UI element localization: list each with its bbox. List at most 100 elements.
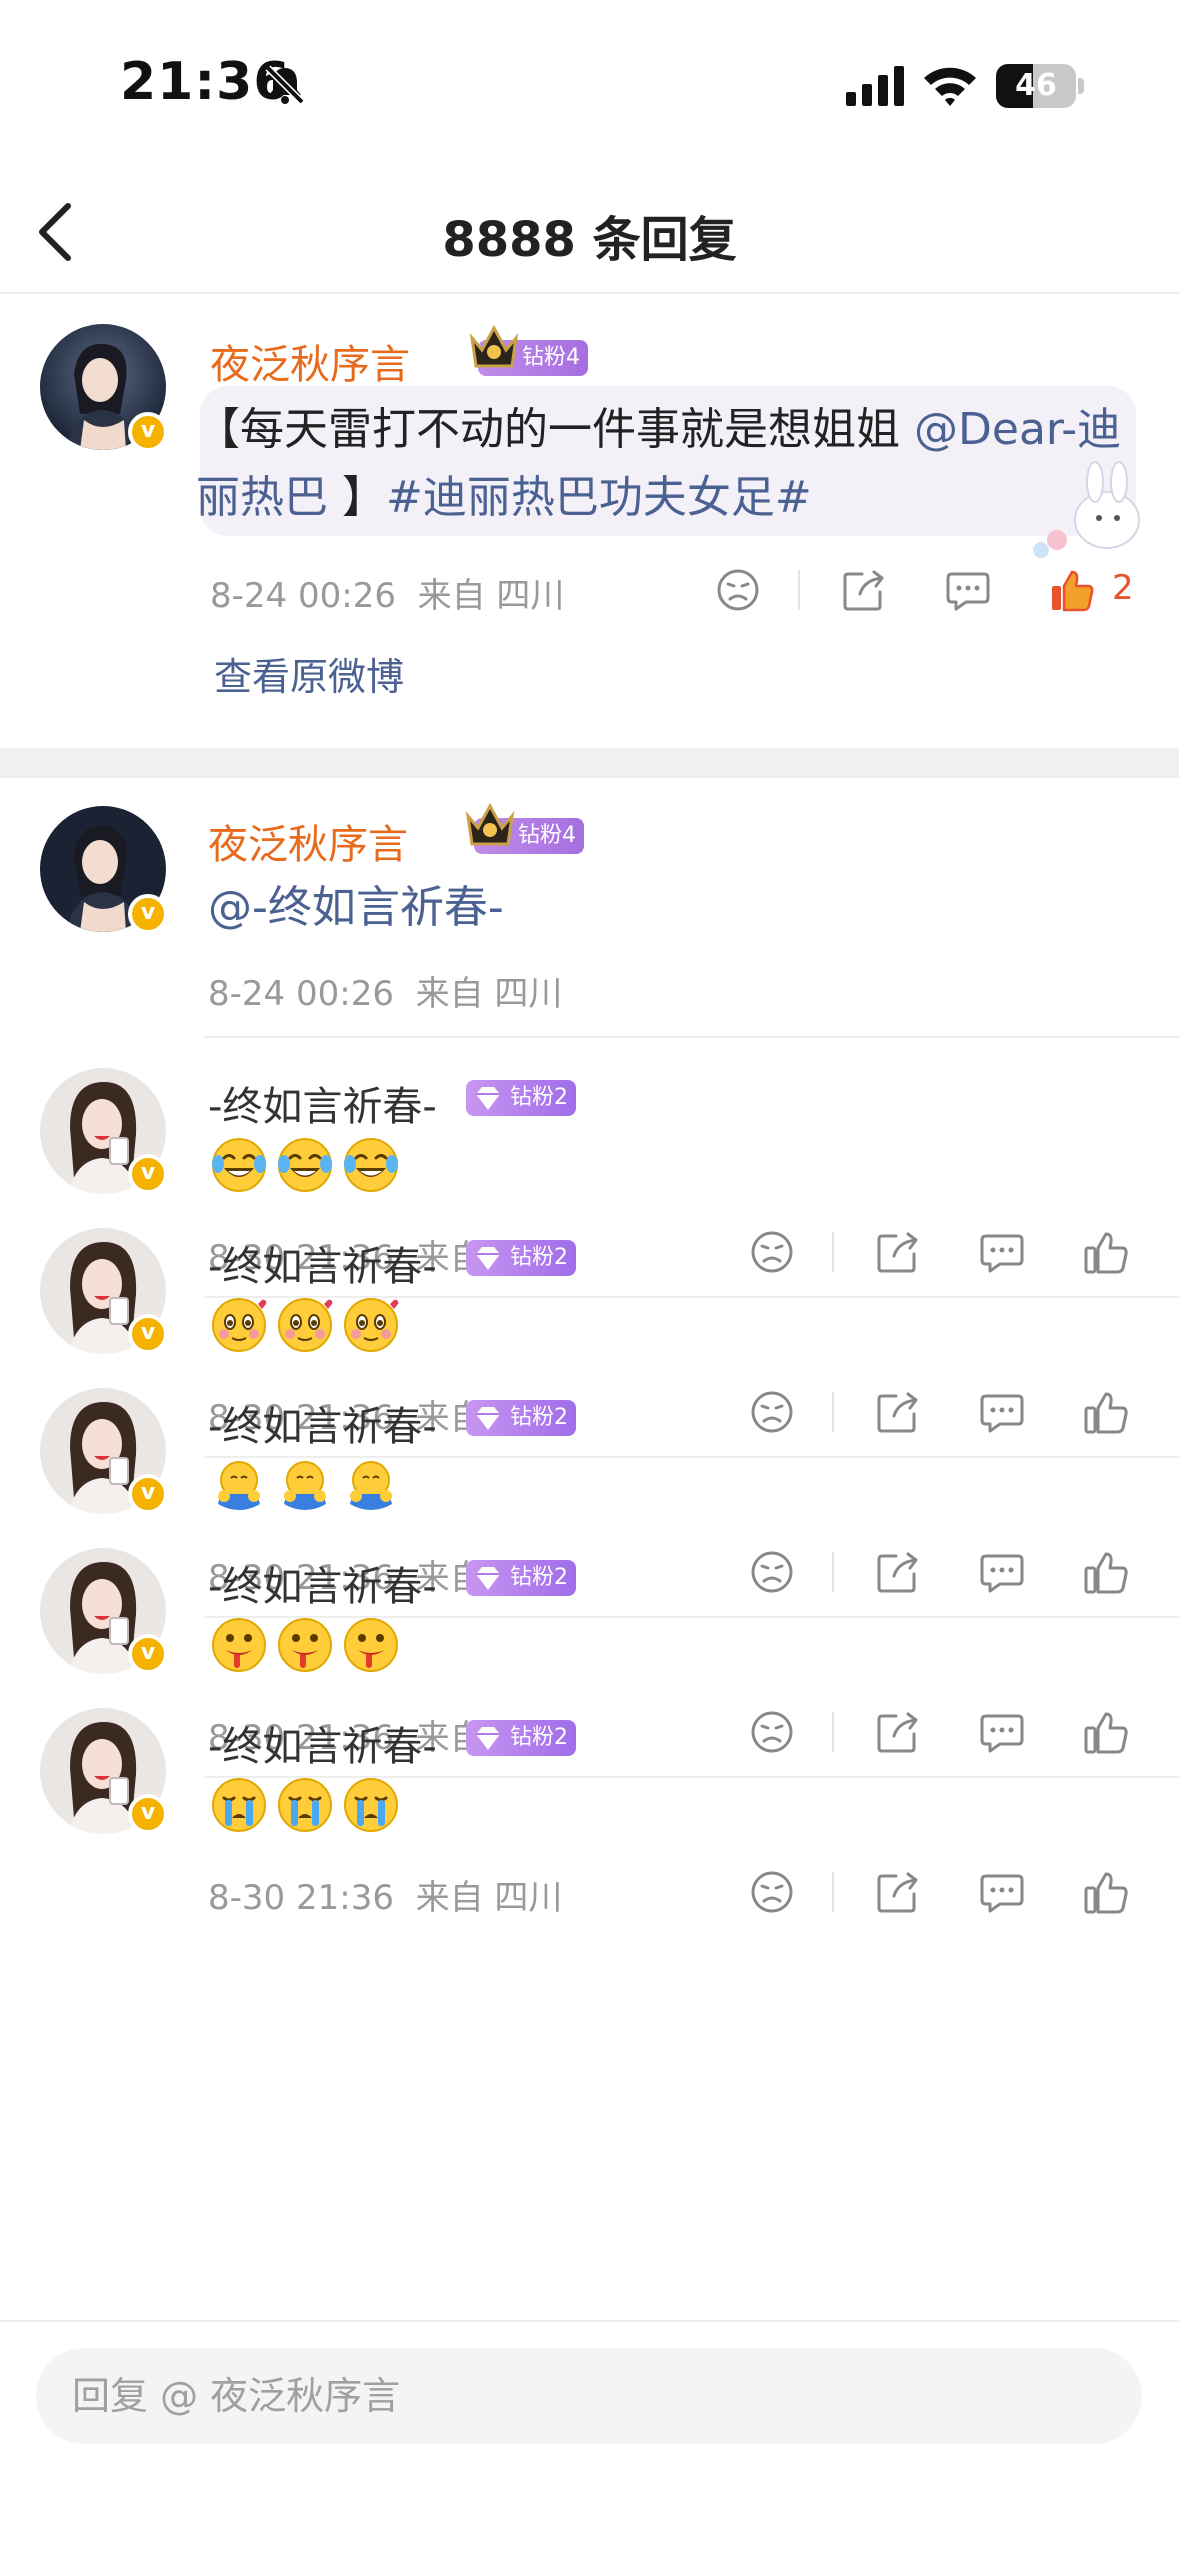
- dislike-face-icon[interactable]: [714, 566, 762, 614]
- reply-time: 8-24 00:26 来自 四川: [208, 974, 563, 1014]
- laugh-cry-emoji-icon: [344, 1138, 398, 1192]
- heart-blush-emoji-icon: [278, 1298, 333, 1352]
- section-separator: [0, 748, 1179, 778]
- like-icon[interactable]: [1082, 1388, 1130, 1436]
- comment-icon[interactable]: [978, 1228, 1026, 1276]
- post-time: 8-24 00:26 来自 四川: [210, 576, 565, 616]
- comment-icon[interactable]: [978, 1868, 1026, 1916]
- like-filled-icon[interactable]: [1048, 566, 1096, 614]
- fan-badge-label: 钻粉2: [510, 1565, 568, 1590]
- comment-icon[interactable]: [978, 1548, 1026, 1596]
- battery-indicator: 46: [996, 64, 1084, 108]
- page-title: 8888 条回复: [442, 212, 737, 268]
- fan-badge-label: 钻粉2: [510, 1725, 568, 1750]
- diamond-icon: [476, 1087, 500, 1110]
- dislike-face-icon[interactable]: [748, 1388, 796, 1436]
- laugh-cry-emoji-icon: [212, 1138, 266, 1192]
- username[interactable]: 夜泛秋序言: [208, 812, 408, 870]
- fan-badge-label: 钻粉2: [510, 1085, 568, 1110]
- like-icon[interactable]: [1082, 1548, 1130, 1596]
- verified-badge-icon: v: [128, 412, 168, 452]
- username[interactable]: -终如言祈春-: [208, 1394, 437, 1452]
- crown-icon: [469, 324, 519, 368]
- share-icon[interactable]: [874, 1708, 922, 1756]
- like-icon[interactable]: [1082, 1228, 1130, 1276]
- share-icon[interactable]: [874, 1228, 922, 1276]
- comment-icon[interactable]: [978, 1708, 1026, 1756]
- action-divider: [832, 1392, 834, 1432]
- dislike-face-icon[interactable]: [748, 1228, 796, 1276]
- laugh-cry-emoji-icon: [278, 1138, 332, 1192]
- reply-input[interactable]: [36, 2348, 1142, 2444]
- action-divider: [832, 1232, 834, 1272]
- action-divider: [832, 1712, 834, 1752]
- heart-blush-emoji-icon: [344, 1298, 399, 1352]
- fan-badge: 钻粉2: [466, 1240, 576, 1276]
- verified-badge-icon: v: [128, 1634, 168, 1674]
- username[interactable]: 夜泛秋序言: [210, 332, 410, 390]
- action-divider: [798, 570, 800, 610]
- diamond-icon: [476, 1567, 500, 1590]
- fan-badge-label: 钻粉4: [522, 345, 580, 370]
- username[interactable]: -终如言祈春-: [208, 1714, 437, 1772]
- verified-badge-icon: v: [128, 1794, 168, 1834]
- verified-badge-icon: v: [128, 894, 168, 934]
- action-divider: [832, 1872, 834, 1912]
- fan-badge: 钻粉4: [465, 802, 584, 854]
- share-icon[interactable]: [840, 566, 888, 614]
- crown-icon: [465, 802, 515, 846]
- nav-bar: 8888 条回复: [0, 170, 1179, 294]
- row-divider: [204, 1036, 1179, 1038]
- share-icon[interactable]: [874, 1868, 922, 1916]
- comment-icon[interactable]: [944, 566, 992, 614]
- dislike-face-icon[interactable]: [748, 1868, 796, 1916]
- username[interactable]: -终如言祈春-: [208, 1554, 437, 1612]
- fan-badge-label: 钻粉2: [510, 1245, 568, 1270]
- battery-percent: 46: [1015, 68, 1057, 103]
- dislike-face-icon[interactable]: [748, 1548, 796, 1596]
- fan-badge: 钻粉2: [466, 1720, 576, 1756]
- drool-emoji-icon: [212, 1618, 266, 1672]
- reply-time: 8-30 21:36 来自 四川: [208, 1878, 563, 1918]
- post-location: 来自 四川: [417, 576, 565, 616]
- hug-emoji-icon: [218, 1461, 260, 1510]
- status-bar: 21:36 46: [0, 0, 1179, 160]
- hug-emoji-icon: [284, 1461, 326, 1510]
- mention-link[interactable]: @-终如言祈春-: [208, 874, 504, 942]
- crying-emoji-icon: [344, 1778, 398, 1832]
- username[interactable]: -终如言祈春-: [208, 1234, 437, 1292]
- diamond-icon: [476, 1247, 500, 1270]
- username[interactable]: -终如言祈春-: [208, 1074, 437, 1132]
- cellular-signal-icon: [846, 66, 904, 106]
- comment-text: 【每天雷打不动的一件事就是想姐姐 @Dear-迪丽热巴 】#迪丽热巴功夫女足#: [196, 404, 1122, 523]
- like-icon[interactable]: [1082, 1868, 1130, 1916]
- diamond-icon: [476, 1727, 500, 1750]
- drool-emoji-icon: [278, 1618, 332, 1672]
- action-divider: [832, 1552, 834, 1592]
- hashtag-link[interactable]: #迪丽热巴功夫女足#: [386, 472, 812, 523]
- diamond-icon: [476, 1407, 500, 1430]
- crying-emoji-icon: [278, 1778, 332, 1832]
- like-icon[interactable]: [1082, 1708, 1130, 1756]
- verified-badge-icon: v: [128, 1154, 168, 1194]
- reply-bar: [0, 2320, 1179, 2556]
- fan-badge: 钻粉2: [466, 1400, 576, 1436]
- hug-emoji-icon: [350, 1461, 392, 1510]
- verified-badge-icon: v: [128, 1474, 168, 1514]
- dislike-face-icon[interactable]: [748, 1708, 796, 1756]
- wifi-icon: [924, 67, 976, 106]
- share-icon[interactable]: [874, 1548, 922, 1596]
- fan-badge-label: 钻粉4: [518, 823, 576, 848]
- view-original-link[interactable]: 查看原微博: [214, 646, 404, 701]
- heart-blush-emoji-icon: [212, 1298, 267, 1352]
- verified-badge-icon: v: [128, 1314, 168, 1354]
- fan-badge: 钻粉2: [466, 1080, 576, 1116]
- drool-emoji-icon: [344, 1618, 398, 1672]
- share-icon[interactable]: [874, 1388, 922, 1436]
- fan-badge: 钻粉2: [466, 1560, 576, 1596]
- comment-icon[interactable]: [978, 1388, 1026, 1436]
- fan-badge: 钻粉4: [469, 324, 588, 376]
- like-count: 2: [1112, 568, 1134, 608]
- bunny-sticker-icon: [1033, 461, 1140, 558]
- muted-bell-icon: [265, 65, 305, 105]
